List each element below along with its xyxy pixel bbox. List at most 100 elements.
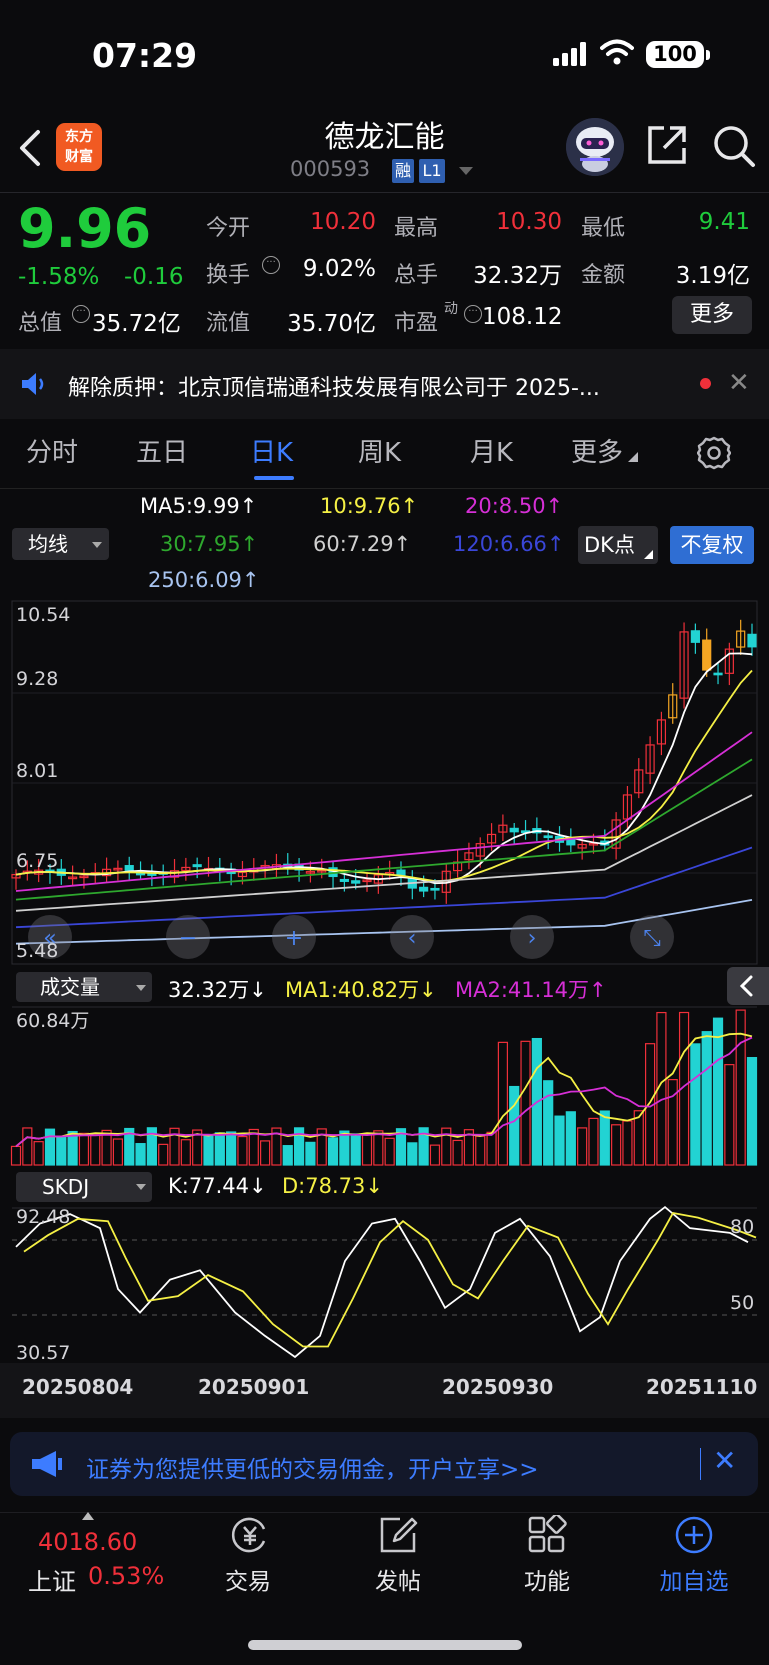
volume-bar	[407, 1142, 418, 1166]
skdj-select-caret-icon	[136, 1184, 146, 1190]
turnover-info-icon[interactable]: ···	[262, 256, 280, 274]
mktcap-info-icon[interactable]: ···	[72, 305, 90, 323]
news-close-icon[interactable]: ✕	[728, 368, 750, 398]
volume-bar	[475, 1135, 486, 1166]
skdj-d-line	[23, 1211, 757, 1348]
volume-bar	[622, 1120, 633, 1166]
volume-bar	[260, 1140, 271, 1166]
volume-bar	[22, 1127, 33, 1166]
low-value: 9.41	[698, 209, 750, 235]
date-label: 20250930	[442, 1375, 554, 1399]
chart-nav-glyph: ‹	[408, 926, 417, 951]
price-axis-label: 5.48	[16, 940, 59, 962]
tab-daily-k[interactable]: 日K	[250, 432, 293, 469]
tab-monthly-k[interactable]: 月K	[470, 432, 513, 469]
collapse-panel-button[interactable]	[727, 967, 769, 1005]
candle-body	[690, 630, 700, 643]
index-value[interactable]: 4018.60	[38, 1528, 137, 1556]
adjustment-button[interactable]: 不复权	[670, 526, 754, 564]
ma5-legend: MA5:9.99↑	[140, 494, 258, 518]
ma10-legend: 10:9.76↑	[320, 494, 419, 518]
ai-assistant-robot-icon[interactable]	[566, 118, 624, 176]
promo-close-icon[interactable]: ✕	[713, 1444, 736, 1477]
skdj-ref-80: 80	[730, 1216, 755, 1238]
volume-bar	[350, 1133, 361, 1166]
price-axis-label: 10.54	[16, 604, 71, 626]
candle-body	[747, 633, 757, 648]
volume-bar	[214, 1132, 225, 1166]
nav-add-watchlist[interactable]: 加自选	[644, 1562, 744, 1596]
candle-body	[702, 639, 712, 671]
volume-bar	[724, 1064, 735, 1166]
function-grid-icon[interactable]	[527, 1515, 567, 1555]
search-icon[interactable]	[712, 124, 756, 168]
price-axis-label: 6.75	[16, 850, 59, 872]
volume-bar	[577, 1127, 588, 1166]
volume-bar	[712, 1017, 724, 1166]
header-divider	[0, 192, 769, 193]
volume-bar	[226, 1131, 237, 1166]
candle-body	[351, 880, 361, 884]
volume-bar	[44, 1128, 56, 1166]
volume-bar	[33, 1141, 44, 1166]
volume-bars	[10, 1009, 758, 1166]
index-up-arrow-icon	[82, 1512, 94, 1520]
candle-body	[566, 839, 576, 846]
volume-bar	[237, 1135, 248, 1166]
news-headline[interactable]: 解除质押：北京顶信瑞通科技发展有限公司于 2025-...	[68, 370, 678, 402]
mktcap-value: 35.72亿	[92, 311, 181, 337]
promo-text[interactable]: 证券为您提供更低的交易佣金，开户立享>>	[86, 1450, 539, 1484]
chart-grid	[11, 600, 758, 1316]
high-value: 10.30	[496, 209, 562, 235]
change-amount: -0.16	[124, 264, 184, 290]
nav-trade[interactable]: 交易	[198, 1562, 298, 1596]
volume-bar	[554, 1115, 565, 1166]
volume-value-legend: 32.32万↓	[168, 978, 267, 1002]
ma-line-5	[15, 652, 753, 885]
pe-info-icon[interactable]: ···	[464, 305, 482, 323]
chevron-left-icon	[739, 975, 753, 997]
volume-bar	[282, 1145, 293, 1166]
share-icon[interactable]	[646, 124, 688, 166]
add-watchlist-icon[interactable]	[674, 1515, 714, 1555]
volume-bar	[429, 1144, 441, 1166]
stock-code: 000593	[290, 157, 371, 181]
index-name[interactable]: 上证	[28, 1562, 76, 1597]
volume-bar	[565, 1111, 576, 1166]
mktcap-label: 总值	[18, 311, 63, 336]
volume-indicator-select[interactable]: 成交量	[16, 972, 152, 1002]
nav-post[interactable]: 发帖	[348, 1562, 448, 1596]
tab-more-caret-icon	[628, 452, 638, 462]
tab-intraday[interactable]: 分时	[26, 432, 78, 469]
candle-body	[124, 865, 134, 871]
tab-weekly-k[interactable]: 周K	[358, 432, 401, 469]
skdj-axis-max: 92.48	[16, 1206, 71, 1228]
settings-gear-icon[interactable]	[697, 436, 731, 470]
stock-switch-caret-icon[interactable]	[459, 167, 473, 175]
skdj-k-legend: K:77.44↓	[168, 1174, 267, 1198]
nav-function[interactable]: 功能	[497, 1562, 597, 1596]
battery-nub	[706, 50, 710, 60]
skdj-indicator-select[interactable]: SKDJ	[16, 1172, 152, 1202]
post-edit-icon[interactable]	[378, 1515, 418, 1555]
tab-more[interactable]: 更多	[571, 432, 623, 469]
volume-bar	[327, 1137, 339, 1166]
chart-nav-glyph: ⤡	[643, 926, 661, 951]
date-label: 20250901	[198, 1375, 310, 1399]
more-quote-button[interactable]: 更多	[672, 296, 752, 334]
tab-five-day[interactable]: 五日	[136, 432, 188, 469]
volume-bar	[588, 1117, 599, 1166]
home-indicator	[248, 1640, 522, 1650]
index-percent[interactable]: 0.53%	[88, 1562, 164, 1590]
skdj-k-line	[15, 1205, 749, 1359]
high-label: 最高	[394, 216, 439, 241]
volume-bar	[543, 1080, 554, 1166]
volume-bar	[611, 1124, 622, 1166]
volume-bar	[90, 1134, 101, 1166]
promo-divider	[700, 1448, 701, 1480]
skdj-ref-50: 50	[730, 1292, 755, 1314]
trade-yen-icon[interactable]	[230, 1515, 270, 1555]
volume-bar	[497, 1041, 508, 1166]
turnover-value: 9.02%	[302, 256, 376, 282]
volume-bar	[203, 1134, 214, 1166]
